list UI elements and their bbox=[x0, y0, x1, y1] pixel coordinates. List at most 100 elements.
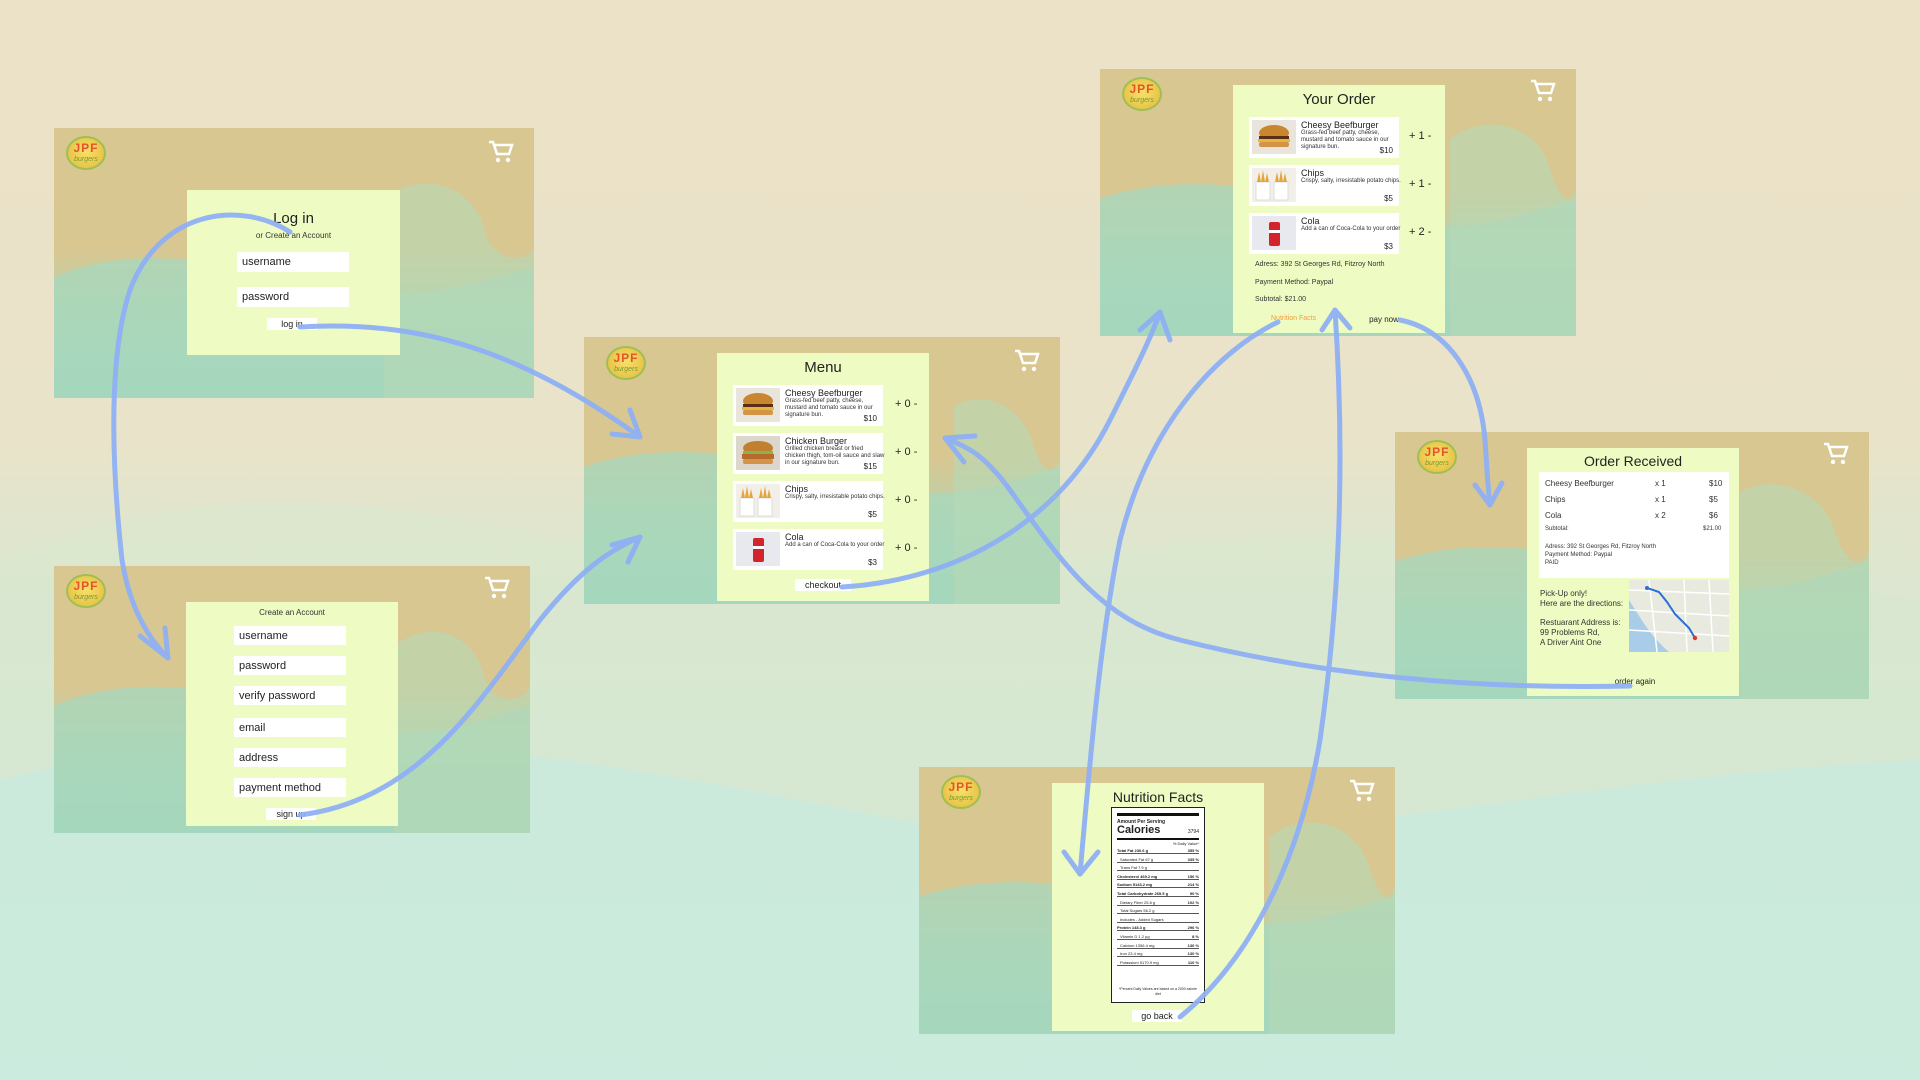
nutrient-row: Trans Fat 7.9 g bbox=[1117, 865, 1199, 872]
label-footnote: *Percent Daily Values are based on a 200… bbox=[1119, 987, 1197, 996]
increase-button[interactable]: + bbox=[1409, 226, 1415, 238]
decrease-button[interactable]: - bbox=[914, 542, 918, 554]
menu-item[interactable]: Cheesy Beefburger Grass-fed beef patty, … bbox=[733, 385, 883, 426]
cart-icon[interactable] bbox=[1530, 79, 1556, 103]
increase-button[interactable]: + bbox=[895, 542, 901, 554]
increase-button[interactable]: + bbox=[895, 446, 901, 458]
nutrient-row: Includes - Added Sugars bbox=[1117, 917, 1199, 923]
menu-item[interactable]: Cola Add a can of Coca-Cola to your orde… bbox=[733, 529, 884, 570]
address-input[interactable] bbox=[234, 748, 346, 767]
page-title: Nutrition Facts bbox=[1112, 789, 1204, 805]
menu-item[interactable]: Chips Crispy, salty, irresistable potato… bbox=[733, 481, 885, 522]
pay-now-button[interactable]: pay now bbox=[1361, 315, 1407, 324]
menu-item[interactable]: Chicken Burger Grilled chicken breast or… bbox=[733, 433, 884, 474]
increase-button[interactable]: + bbox=[1409, 130, 1415, 142]
email-input[interactable] bbox=[234, 718, 346, 737]
quantity-stepper: + 0 - bbox=[895, 542, 917, 554]
calories-value: 3794 bbox=[1187, 829, 1199, 835]
username-input[interactable] bbox=[237, 252, 349, 272]
logo-icon[interactable]: JPF burgers bbox=[1122, 77, 1162, 111]
cart-icon[interactable] bbox=[1014, 349, 1040, 373]
nutrient-label: Potassium 5170.9 mg bbox=[1120, 959, 1159, 965]
login-screen: JPFburgers Log in or Create an Account l… bbox=[54, 128, 534, 398]
receipt-panel: Cheesy Beefburger x 1 $10 Chips x 1 $5 C… bbox=[1539, 472, 1729, 578]
nutrient-daily-value: 296 % bbox=[1187, 925, 1199, 931]
nutrition-label: Amount Per Serving Calories 3794 % Daily… bbox=[1111, 807, 1205, 1003]
receipt-payment: Payment Method: Paypal bbox=[1545, 552, 1613, 558]
directions-map[interactable] bbox=[1629, 580, 1729, 652]
increase-button[interactable]: + bbox=[1409, 178, 1415, 190]
nutrient-daily-value: 136 % bbox=[1187, 942, 1199, 948]
nutrient-row: Total Sugars 56.2 g bbox=[1117, 908, 1199, 915]
increase-button[interactable]: + bbox=[895, 398, 901, 410]
verify-password-input[interactable] bbox=[234, 686, 346, 705]
logo-icon[interactable]: JPF burgers bbox=[606, 346, 646, 380]
cart-icon[interactable] bbox=[1823, 442, 1849, 466]
logo-icon[interactable]: JPF burgers bbox=[66, 136, 106, 170]
logo-icon[interactable]: JPF burgers bbox=[1417, 440, 1457, 474]
go-back-button[interactable]: go back bbox=[1132, 1010, 1182, 1022]
decrease-button[interactable]: - bbox=[1428, 226, 1432, 238]
checkout-button[interactable]: checkout bbox=[795, 579, 851, 591]
nutrition-card: Nutrition Facts Amount Per Serving Calor… bbox=[1052, 783, 1264, 1031]
cart-icon[interactable] bbox=[484, 576, 510, 600]
login-button[interactable]: log in bbox=[267, 318, 317, 330]
signup-password-input[interactable] bbox=[234, 656, 346, 675]
create-account-link[interactable]: or Create an Account bbox=[187, 231, 400, 240]
order-received-screen: JPF burgers Order Received Cheesy Beefbur… bbox=[1395, 432, 1869, 699]
order-received-card: Order Received Cheesy Beefburger x 1 $10… bbox=[1527, 448, 1739, 696]
receipt-item-name: Cheesy Beefburger bbox=[1545, 479, 1614, 488]
item-price: $5 bbox=[1384, 194, 1393, 203]
nutrient-row: Dietary Fiber 25.6 g 102 % bbox=[1117, 900, 1199, 906]
receipt-item-price: $6 bbox=[1709, 511, 1718, 520]
label-top-rule bbox=[1117, 813, 1199, 816]
burger-thumbnail bbox=[736, 388, 780, 422]
order-item[interactable]: Cola Add a can of Coca-Cola to your orde… bbox=[1249, 213, 1400, 254]
order-again-button[interactable]: order again bbox=[1605, 677, 1665, 686]
item-description: Crispy, salty, irresistable potato chips… bbox=[785, 494, 885, 500]
logo-icon[interactable]: JPF burgers bbox=[941, 775, 981, 809]
order-address: Adress: 392 St Georges Rd, Fitzroy North bbox=[1255, 261, 1385, 268]
item-price: $10 bbox=[1379, 146, 1393, 155]
item-name: Cheesy Beefburger bbox=[1301, 120, 1379, 130]
quantity-value: 1 bbox=[1418, 178, 1425, 190]
decrease-button[interactable]: - bbox=[914, 494, 918, 506]
order-payment-method: Payment Method: Paypal bbox=[1255, 279, 1334, 286]
nutrient-label: Total Carbohydrate 269.5 g bbox=[1117, 891, 1169, 896]
signup-username-input[interactable] bbox=[234, 626, 346, 645]
decrease-button[interactable]: - bbox=[1428, 130, 1432, 142]
cart-icon[interactable] bbox=[1349, 779, 1375, 803]
nutrition-facts-link[interactable]: Nutrition Facts bbox=[1271, 315, 1316, 322]
nutrient-label: Sodium 5143.2 mg bbox=[1117, 882, 1153, 888]
nutrition-screen: JPF burgers Nutrition Facts Amount Per Se… bbox=[919, 767, 1395, 1034]
quantity-value: 1 bbox=[1418, 130, 1425, 142]
logo-icon[interactable]: JPF burgers bbox=[66, 574, 106, 608]
decrease-button[interactable]: - bbox=[914, 446, 918, 458]
signup-button[interactable]: sign up bbox=[266, 808, 316, 820]
order-item[interactable]: Cheesy Beefburger Grass-fed beef patty, … bbox=[1249, 117, 1399, 158]
quantity-stepper: + 0 - bbox=[895, 446, 917, 458]
password-input[interactable] bbox=[237, 287, 349, 307]
nutrient-row: Total Carbohydrate 269.5 g 90 % bbox=[1117, 891, 1199, 897]
decrease-button[interactable]: - bbox=[914, 398, 918, 410]
increase-button[interactable]: + bbox=[895, 494, 901, 506]
payment-method-input[interactable] bbox=[234, 778, 346, 797]
quantity-stepper: + 1 - bbox=[1409, 178, 1431, 190]
nutrient-daily-value: 130 % bbox=[1187, 951, 1199, 957]
order-item[interactable]: Chips Crispy, salty, irresistable potato… bbox=[1249, 165, 1401, 206]
cola-thumbnail bbox=[1252, 216, 1296, 250]
nutrient-row: Iron 23.4 mg 130 % bbox=[1117, 951, 1199, 958]
cart-icon[interactable] bbox=[488, 140, 514, 164]
nutrient-label: Saturated Fat 67 g bbox=[1120, 856, 1154, 862]
restaurant-address-line2: A Driver Aint One bbox=[1540, 638, 1602, 647]
nutrient-daily-value: 214 % bbox=[1187, 882, 1199, 888]
cola-thumbnail bbox=[736, 532, 780, 566]
receipt-item-qty: x 1 bbox=[1655, 479, 1666, 488]
item-price: $3 bbox=[1384, 242, 1393, 251]
item-name: Cheesy Beefburger bbox=[785, 388, 863, 398]
decrease-button[interactable]: - bbox=[1428, 178, 1432, 190]
item-price: $3 bbox=[868, 558, 877, 567]
order-card: Your Order Cheesy Beefburger Grass-fed b… bbox=[1233, 85, 1445, 333]
nutrient-row: Protein 148.3 g 296 % bbox=[1117, 925, 1199, 932]
nutrient-daily-value: 110 % bbox=[1187, 959, 1199, 965]
